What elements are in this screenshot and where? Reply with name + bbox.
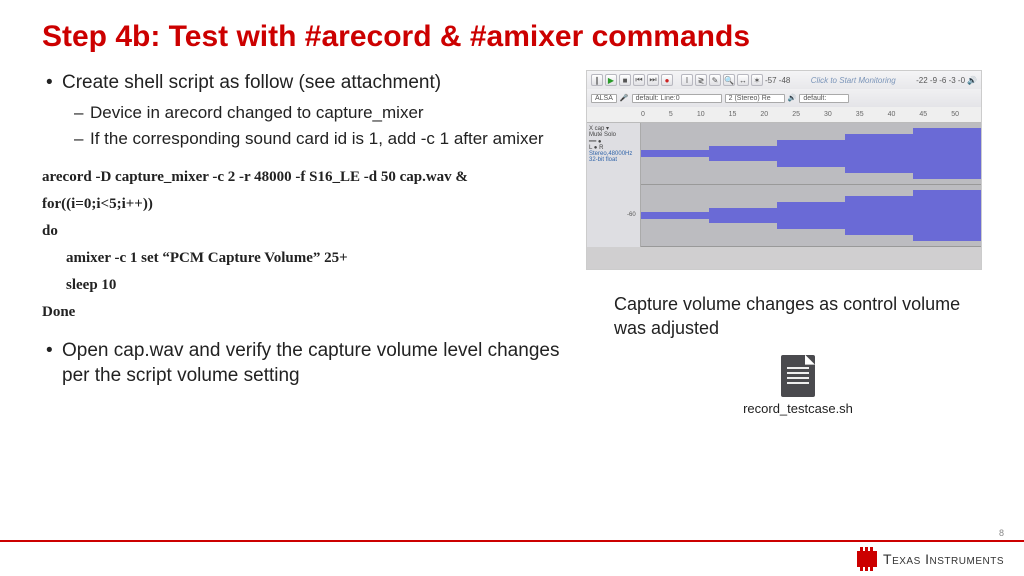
channels-select: 2 (Stereo) Re <box>725 94 785 103</box>
skip-start-icon: ⏮ <box>633 74 645 86</box>
ruler-tick: 40 <box>888 111 896 118</box>
code-line: sleep 10 <box>42 272 562 299</box>
speaker-icon: 🔊 <box>788 94 797 102</box>
code-line: amixer -c 1 set “PCM Capture Volume” 25+ <box>42 245 562 272</box>
axis-label: -60 <box>627 212 636 218</box>
skip-end-icon: ⏭ <box>647 74 659 86</box>
ruler-tick: 0 <box>641 111 645 118</box>
ruler-tick: 30 <box>824 111 832 118</box>
device-toolbar: ALSA 🎤 default: Line:0 2 (Stereo) Re 🔊 d… <box>587 89 981 107</box>
stop-icon: ■ <box>619 74 631 86</box>
bullet-create-script: Create shell script as follow (see attac… <box>42 70 562 96</box>
company-logo: Texas Instruments <box>857 551 1004 567</box>
code-line: Done <box>42 299 562 326</box>
speaker-icon: 🔊 <box>967 76 977 85</box>
attachment: record_testcase.sh <box>614 355 982 416</box>
mic-icon: 🎤 <box>620 94 629 102</box>
left-column: Create shell script as follow (see attac… <box>42 70 562 416</box>
track-info-panel: X cap ▾Mute Solo━━ ●L ● RStereo,48000Hz3… <box>587 123 641 185</box>
record-icon: ● <box>661 74 673 86</box>
code-line: arecord -D capture_mixer -c 2 -r 48000 -… <box>42 164 562 191</box>
draw-tool-icon: ✎ <box>709 74 721 86</box>
slide-title: Step 4b: Test with #arecord & #amixer co… <box>42 20 982 54</box>
play-device-select: default: <box>799 94 849 103</box>
selection-tool-icon: I <box>681 74 693 86</box>
ruler-tick: 5 <box>669 111 673 118</box>
rec-device-select: default: Line:0 <box>632 94 722 103</box>
host-select: ALSA <box>591 94 617 103</box>
code-block: arecord -D capture_mixer -c 2 -r 48000 -… <box>42 164 562 326</box>
page-number: 8 <box>999 528 1004 538</box>
bullet-verify: Open cap.wav and verify the capture volu… <box>42 338 562 389</box>
subbullet-soundcard: If the corresponding sound card id is 1,… <box>42 128 562 150</box>
file-icon <box>781 355 815 397</box>
attachment-filename: record_testcase.sh <box>743 401 853 416</box>
play-meter-label: -22 -9 -6 -3 -0 <box>916 76 965 85</box>
zoom-tool-icon: 🔍 <box>723 74 735 86</box>
monitor-hint: Click to Start Monitoring <box>792 76 914 85</box>
envelope-tool-icon: ≷ <box>695 74 707 86</box>
pause-icon: ∥ <box>591 74 603 86</box>
slide-footer: 8 Texas Instruments <box>0 540 1024 576</box>
tracks-area: X cap ▾Mute Solo━━ ●L ● RStereo,48000Hz3… <box>587 123 981 247</box>
waveform-right: -60 <box>641 185 981 247</box>
figure-caption: Capture volume changes as control volume… <box>614 292 982 341</box>
company-name: Texas Instruments <box>883 551 1004 567</box>
ruler-tick: 15 <box>729 111 737 118</box>
transport-toolbar: ∥ ▶ ■ ⏮ ⏭ ● I ≷ ✎ 🔍 ↔ ✶ -57 -48 Click to… <box>587 71 981 89</box>
code-line: for((i=0;i<5;i++)) <box>42 191 562 218</box>
ti-chip-icon <box>857 551 877 567</box>
ruler-tick: 10 <box>697 111 705 118</box>
ruler-tick: 25 <box>792 111 800 118</box>
ruler-tick: 20 <box>760 111 768 118</box>
track-left: X cap ▾Mute Solo━━ ●L ● RStereo,48000Hz3… <box>587 123 981 185</box>
ruler-tick: 35 <box>856 111 864 118</box>
timeshift-tool-icon: ↔ <box>737 74 749 86</box>
multi-tool-icon: ✶ <box>751 74 763 86</box>
timeline-ruler: 0 5 10 15 20 25 30 35 40 45 50 <box>587 107 981 123</box>
ruler-tick: 45 <box>919 111 927 118</box>
subbullet-device: Device in arecord changed to capture_mix… <box>42 102 562 124</box>
track-right: -60 <box>587 185 981 247</box>
ruler-tick: 50 <box>951 111 959 118</box>
code-line: do <box>42 218 562 245</box>
waveform-left <box>641 123 981 185</box>
right-column: ∥ ▶ ■ ⏮ ⏭ ● I ≷ ✎ 🔍 ↔ ✶ -57 -48 Click to… <box>586 70 982 416</box>
rec-meter-label: -57 -48 <box>765 76 790 85</box>
play-icon: ▶ <box>605 74 617 86</box>
audacity-screenshot: ∥ ▶ ■ ⏮ ⏭ ● I ≷ ✎ 🔍 ↔ ✶ -57 -48 Click to… <box>586 70 982 270</box>
